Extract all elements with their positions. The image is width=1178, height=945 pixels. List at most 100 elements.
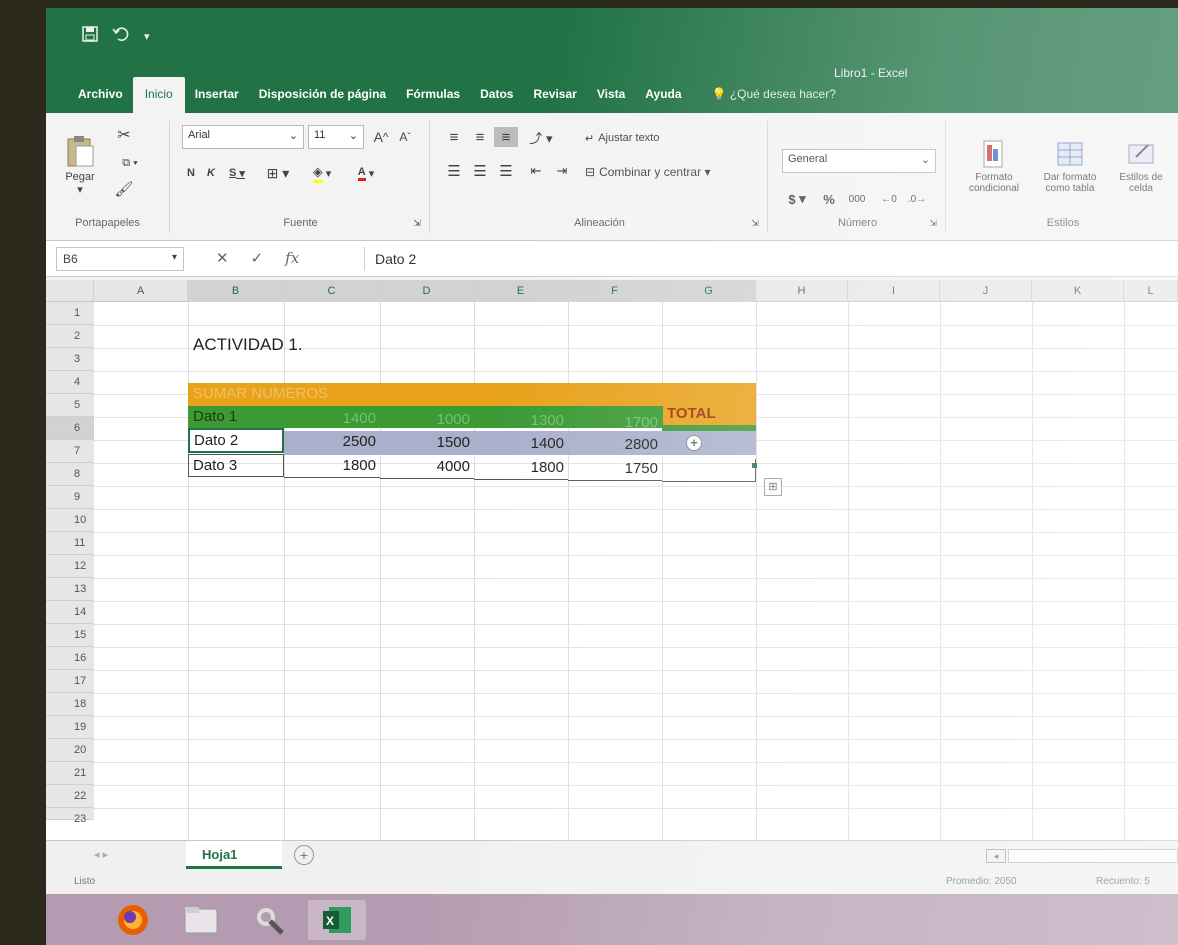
row-header-15[interactable]: 15 [46,624,94,647]
cell-d5[interactable]: 1000 [380,409,474,432]
cell-d6[interactable]: 1500 [380,432,474,455]
row-header-2[interactable]: 2 [46,325,94,348]
row-header-18[interactable]: 18 [46,693,94,716]
formula-input[interactable]: Dato 2 [364,247,1172,271]
horizontal-scrollbar[interactable] [1008,849,1178,863]
merge-center-button[interactable]: ⊟ Combinar y centrar ▾ [584,161,760,183]
row-header-12[interactable]: 12 [46,555,94,578]
shrink-font-icon[interactable]: Aˇ [394,125,416,149]
cell-e6[interactable]: 1400 [474,433,568,456]
settings-icon[interactable] [240,900,298,940]
column-header-g[interactable]: G [662,280,756,302]
cell-e7[interactable]: 1800 [474,457,568,480]
quick-analysis-icon[interactable]: ⊞ [764,478,782,496]
row-header-11[interactable]: 11 [46,532,94,555]
firefox-icon[interactable] [104,900,162,940]
save-icon[interactable] [82,26,98,47]
tab-formulas[interactable]: Fórmulas [396,87,470,113]
bold-button[interactable]: N [182,161,200,185]
tab-inicio[interactable]: Inicio [132,77,185,113]
tab-revisar[interactable]: Revisar [523,87,586,113]
percent-button[interactable]: % [818,189,840,209]
cell-c6[interactable]: 2500 [284,431,380,454]
cell-g7[interactable] [662,459,756,482]
row-header-10[interactable]: 10 [46,509,94,532]
fill-color-icon[interactable]: ◈ ▾ [302,161,342,185]
decrease-decimal-icon[interactable]: .0→ [904,189,930,209]
thousands-button[interactable]: 000 [842,189,872,209]
column-header-k[interactable]: K [1032,280,1124,302]
copy-icon[interactable]: ⧉ ▾ [110,151,150,175]
row-header-19[interactable]: 19 [46,716,94,739]
select-all-corner[interactable] [46,280,94,302]
cut-icon[interactable]: ✂ [110,123,138,147]
cell-g5-total[interactable]: TOTAL [663,404,756,425]
align-top-icon[interactable]: ≡ [442,127,466,147]
increase-indent-icon[interactable]: ⇥ [550,161,574,181]
column-header-e[interactable]: E [474,280,568,302]
cell-styles-button[interactable]: Estilos de celda [1108,123,1174,209]
decrease-indent-icon[interactable]: ⇤ [524,161,548,181]
font-size-select[interactable]: 11 ⌄ [308,125,364,149]
name-box[interactable]: B6 ▾ [56,247,184,271]
font-color-icon[interactable]: A ▾ [346,161,386,185]
worksheet-grid[interactable]: A B C D E F G H I J K L 1 2 3 4 5 6 7 8 … [46,280,1178,842]
align-left-icon[interactable]: ☰ [442,161,466,181]
cell-b5[interactable]: Dato 1 [189,406,284,429]
alignment-dialog-launcher-icon[interactable]: ⇲ [749,217,761,229]
cell-d7[interactable]: 4000 [380,456,474,479]
column-header-f[interactable]: F [568,280,662,302]
paste-button[interactable]: Pegar ▾ [58,125,102,205]
wrap-text-button[interactable]: ↵ Ajustar texto [584,127,694,149]
row-header-4[interactable]: 4 [46,371,94,394]
row-header-6[interactable]: 6 [46,417,94,440]
row-header-20[interactable]: 20 [46,739,94,762]
currency-button[interactable]: $ ▾ [782,189,812,209]
underline-button[interactable]: S ▾ [222,161,252,185]
row-header-17[interactable]: 17 [46,670,94,693]
tab-archivo[interactable]: Archivo [68,87,133,113]
number-format-select[interactable]: General ⌄ [782,149,936,173]
enter-icon[interactable]: ✓ [251,249,264,267]
hscroll-left-icon[interactable]: ◂ [986,849,1006,863]
insert-function-icon[interactable]: fx [285,249,299,267]
column-header-d[interactable]: D [380,280,474,302]
row-header-21[interactable]: 21 [46,762,94,785]
cell-b4-header[interactable]: SUMAR NUMEROS [189,383,332,406]
fill-handle[interactable] [752,463,757,468]
column-header-l[interactable]: L [1124,280,1178,302]
format-painter-icon[interactable]: 🖌 [110,177,138,201]
row-header-13[interactable]: 13 [46,578,94,601]
add-sheet-icon[interactable]: + [294,845,314,865]
files-icon[interactable] [172,900,230,940]
align-bottom-icon[interactable]: ≡ [494,127,518,147]
column-header-b[interactable]: B [188,280,284,302]
column-header-a[interactable]: A [94,280,188,302]
tell-me-search[interactable]: 💡 ¿Qué desea hacer? [692,87,846,113]
cell-c7[interactable]: 1800 [284,455,380,478]
cell-f7[interactable]: 1750 [568,458,662,481]
increase-decimal-icon[interactable]: ←0 [876,189,902,209]
row-header-14[interactable]: 14 [46,601,94,624]
tab-datos[interactable]: Datos [470,87,523,113]
row-header-8[interactable]: 8 [46,463,94,486]
number-dialog-launcher-icon[interactable]: ⇲ [927,217,939,229]
column-header-c[interactable]: C [284,280,380,302]
grow-font-icon[interactable]: A ^ [370,125,392,149]
tab-ayuda[interactable]: Ayuda [635,87,691,113]
column-header-j[interactable]: J [940,280,1032,302]
row-header-16[interactable]: 16 [46,647,94,670]
cell-e5[interactable]: 1300 [474,410,568,433]
font-dialog-launcher-icon[interactable]: ⇲ [411,217,423,229]
undo-icon[interactable] [112,26,130,47]
row-header-9[interactable]: 9 [46,486,94,509]
sheet-tab-hoja1[interactable]: Hoja1 [186,841,282,869]
orientation-icon[interactable]: ⤴ ▾ [524,127,558,147]
italic-button[interactable]: K [202,161,220,185]
align-center-icon[interactable]: ☰ [468,161,492,181]
tab-insertar[interactable]: Insertar [185,87,249,113]
cell-b2-title[interactable]: ACTIVIDAD 1. [189,334,307,357]
excel-icon[interactable]: X [308,900,366,940]
row-header-3[interactable]: 3 [46,348,94,371]
tab-vista[interactable]: Vista [587,87,635,113]
